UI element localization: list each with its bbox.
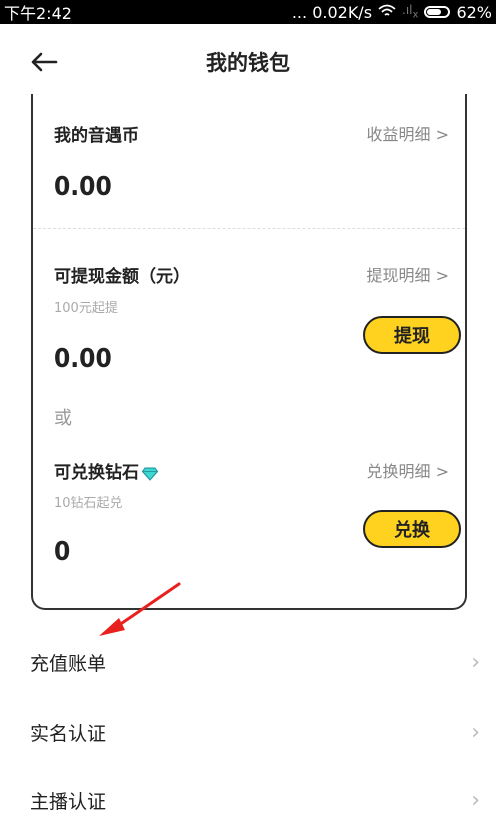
menu-item-label: 主播认证 [30, 790, 107, 813]
battery-icon [424, 6, 451, 18]
or-text: 或 [54, 408, 72, 429]
divider [33, 228, 465, 229]
diamond-icon [141, 466, 159, 481]
chevron-right-icon: › [471, 787, 480, 813]
diamond-label-row: 可兑换钻石 [54, 458, 159, 483]
coins-value: 0.00 [54, 172, 112, 202]
withdraw-value: 0.00 [54, 344, 112, 374]
chevron-right-icon: › [471, 719, 480, 745]
menu-item-label: 充值账单 [30, 652, 107, 675]
page-title: 我的钱包 [206, 51, 290, 75]
battery-level: 62% [456, 2, 492, 22]
status-time: 下午2:42 [4, 4, 72, 23]
menu-item-real-name-verification[interactable]: 实名认证 › [0, 700, 496, 764]
diamond-value: 0 [54, 537, 71, 567]
signal-icon: .ılx [402, 3, 419, 21]
withdraw-label: 可提现金额（元） [54, 267, 190, 287]
wallet-card: 我的音遇币 收益明细 > 0.00 可提现金额（元） 100元起提 提现明细 >… [31, 94, 467, 610]
chevron-right-icon: › [471, 649, 480, 675]
arrow-left-icon[interactable] [30, 44, 66, 80]
network-speed: ... 0.02K/s [291, 2, 373, 22]
coins-label: 我的音遇币 [54, 126, 139, 146]
wifi-icon [378, 3, 396, 22]
menu-item-label: 实名认证 [30, 722, 107, 745]
diamond-label: 可兑换钻石 [54, 463, 139, 483]
exchange-detail-link[interactable]: 兑换明细 > [367, 458, 450, 482]
income-detail-link[interactable]: 收益明细 > [367, 121, 450, 145]
status-bar: 下午2:42 ... 0.02K/s .ılx 62% [0, 0, 496, 24]
menu-item-host-verification[interactable]: 主播认证 › [0, 768, 496, 832]
status-indicators: ... 0.02K/s .ılx 62% [292, 3, 492, 22]
diamond-min-text: 10钻石起兑 [54, 496, 123, 511]
withdraw-detail-link[interactable]: 提现明细 > [367, 262, 450, 286]
exchange-button[interactable]: 兑换 [363, 510, 461, 548]
page-header: 我的钱包 [0, 24, 496, 100]
menu-item-recharge-bill[interactable]: 充值账单 › [0, 630, 496, 694]
withdraw-min-text: 100元起提 [54, 301, 118, 316]
withdraw-button[interactable]: 提现 [363, 316, 461, 354]
